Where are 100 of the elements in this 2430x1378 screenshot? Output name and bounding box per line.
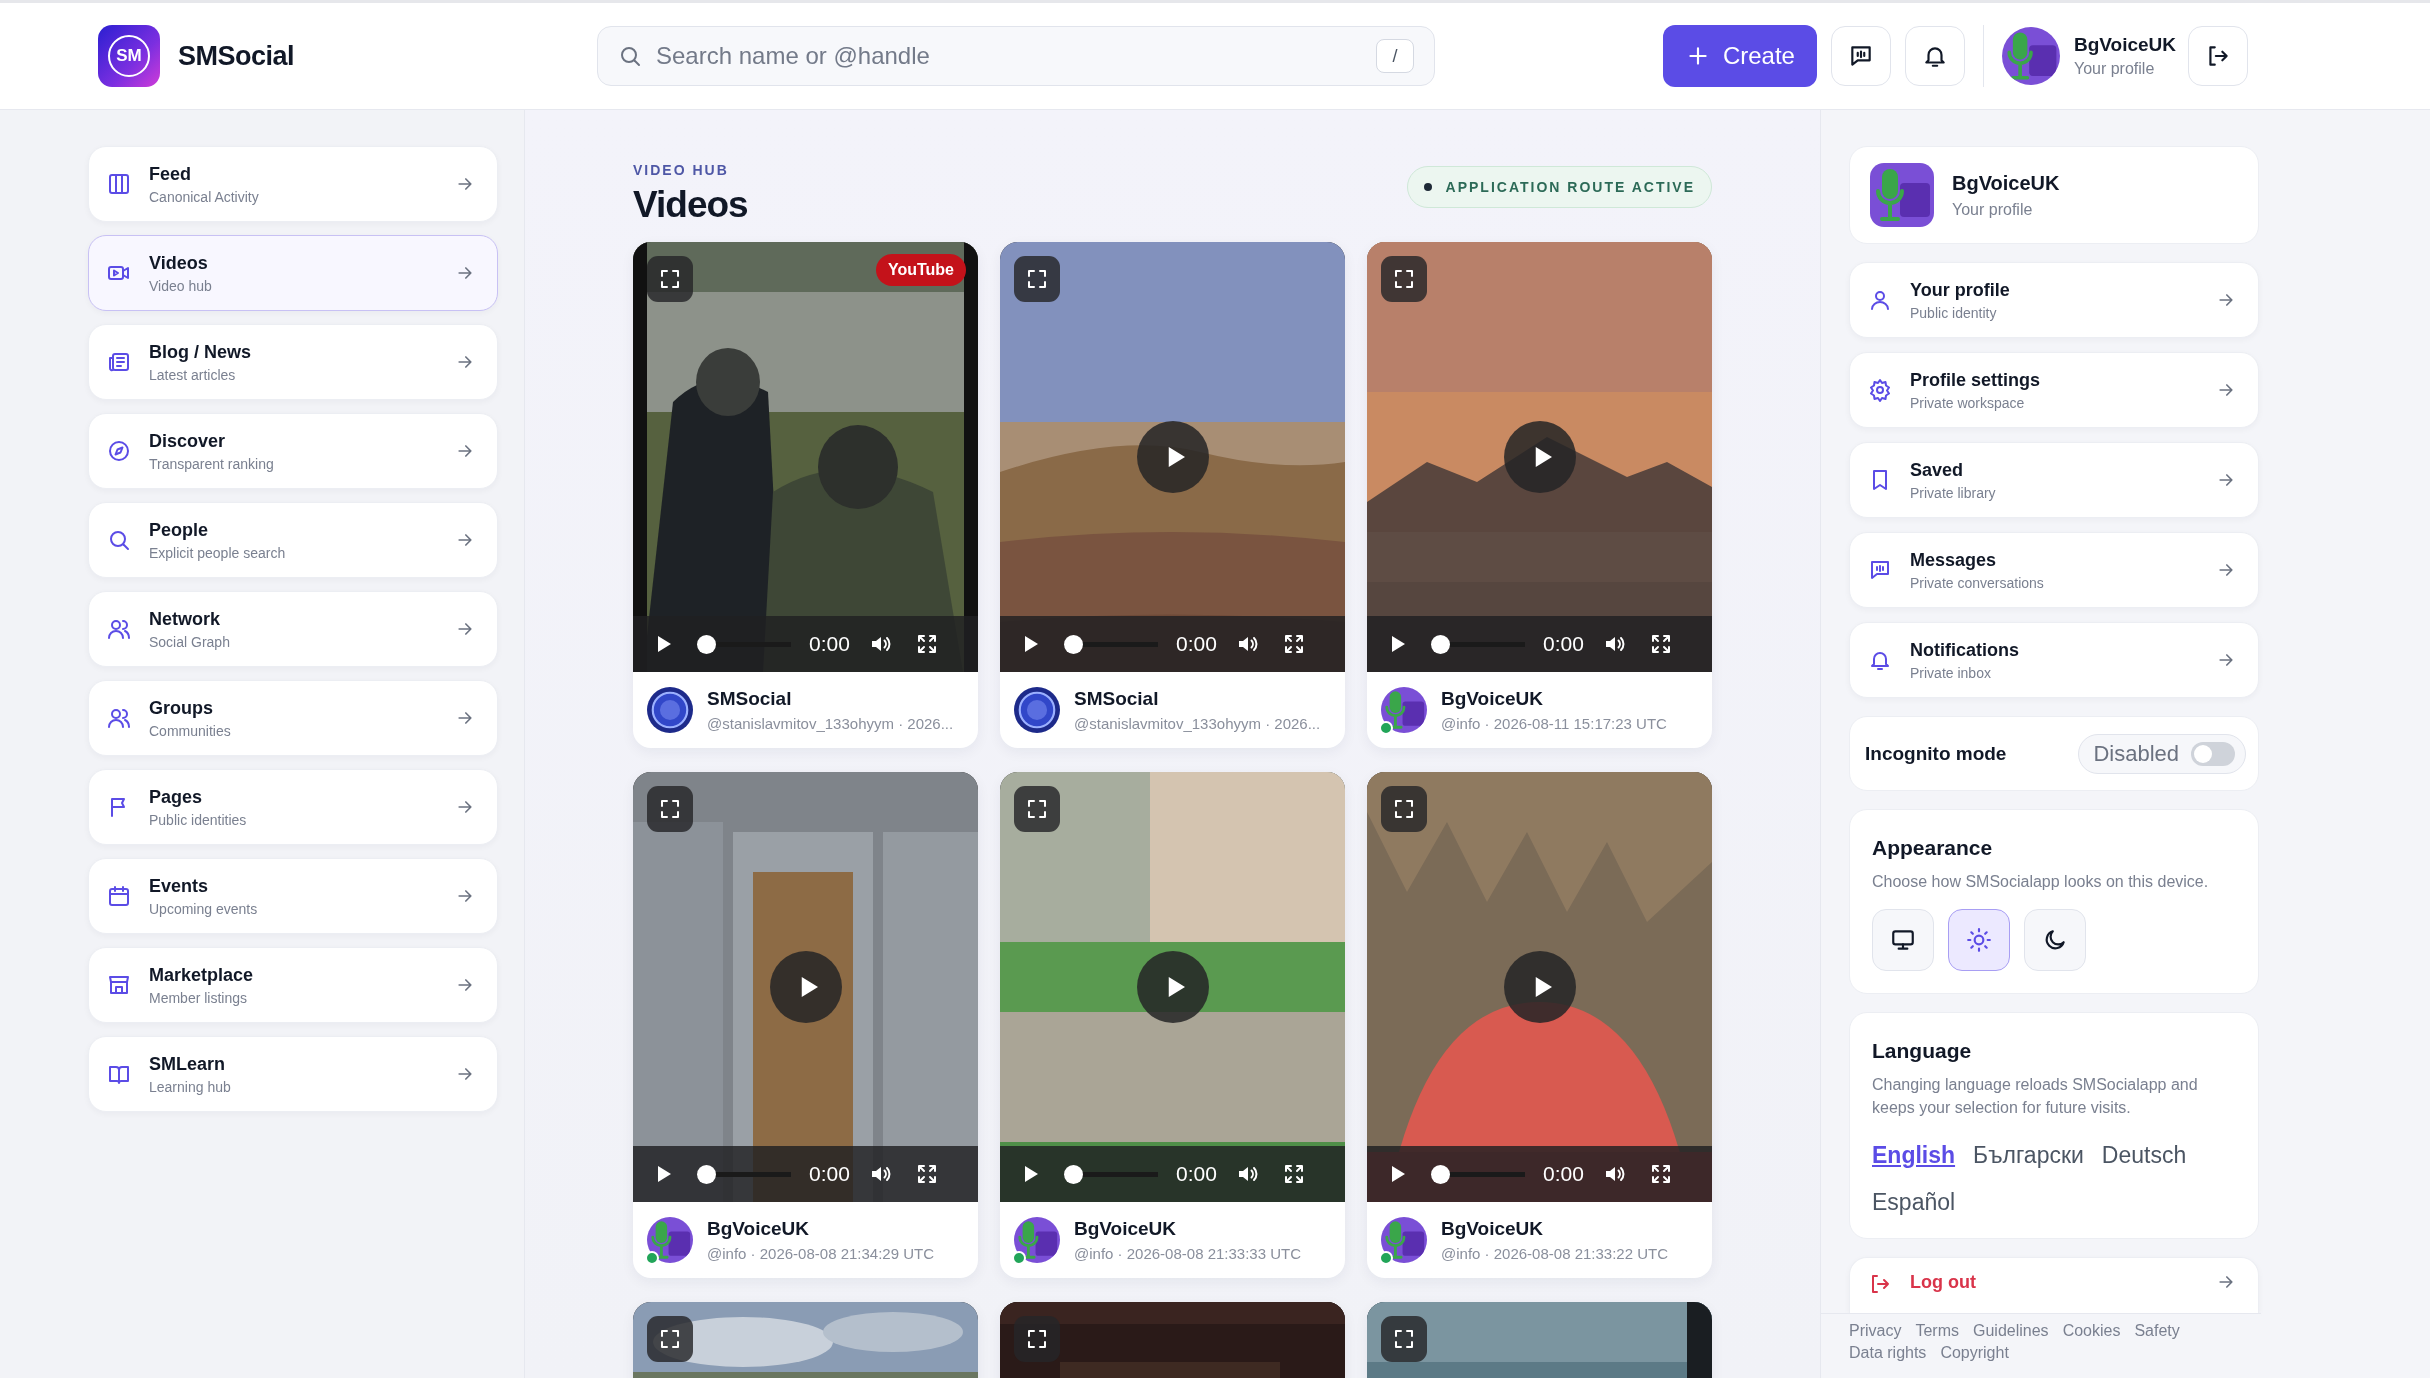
footer-link[interactable]: Privacy: [1849, 1321, 1902, 1340]
setting-label: Incognito mode: [1865, 742, 2007, 765]
footer-link[interactable]: Guidelines: [1973, 1321, 2049, 1340]
messages-button[interactable]: [1830, 26, 1891, 86]
language-option[interactable]: Български: [1973, 1141, 2084, 1169]
user-avatar[interactable]: [1014, 1217, 1060, 1263]
nav-item[interactable]: Messages Private conversations: [1849, 532, 2259, 608]
create-button[interactable]: Create: [1662, 25, 1817, 87]
item-subtitle: Public identities: [149, 811, 248, 828]
notifications-button[interactable]: [1904, 26, 1965, 86]
item-subtitle: Transparent ranking: [149, 455, 275, 472]
user-avatar[interactable]: [2001, 27, 2060, 85]
nav-item[interactable]: Saved Private library: [1849, 442, 2259, 518]
expand-button[interactable]: [1014, 786, 1060, 832]
author-name: BgVoiceUK: [1441, 1218, 1545, 1240]
video-time: 0:00: [809, 632, 851, 656]
fullscreen-icon: [915, 1162, 939, 1186]
newspaper-icon: [107, 350, 131, 374]
expand-icon: [1025, 267, 1049, 291]
item-title: Blog / News: [149, 341, 252, 363]
calendar-icon: [107, 884, 131, 908]
video-time: 0:00: [1543, 1162, 1585, 1186]
expand-button[interactable]: [647, 256, 693, 302]
footer-link[interactable]: Cookies: [2062, 1321, 2121, 1340]
progress-thumb[interactable]: [1064, 634, 1083, 654]
status-text: APPLICATION ROUTE ACTIVE: [1445, 179, 1695, 195]
fullscreen-button[interactable]: [1649, 632, 1673, 656]
fullscreen-button[interactable]: [1282, 632, 1306, 656]
fullscreen-button[interactable]: [1282, 1162, 1306, 1186]
expand-icon: [1025, 1327, 1049, 1351]
nav-item[interactable]: Your profile Public identity: [1849, 262, 2259, 338]
incognito-toggle[interactable]: Disabled: [2078, 733, 2246, 774]
nav-item[interactable]: Blog / News Latest articles: [88, 324, 498, 400]
user-icon: [1868, 288, 1892, 312]
toggle-switch[interactable]: [2191, 741, 2235, 766]
expand-icon: [1025, 797, 1049, 821]
nav-item[interactable]: Notifications Private inbox: [1849, 622, 2259, 698]
user-avatar[interactable]: [1381, 1217, 1427, 1263]
footer-link[interactable]: Copyright: [1940, 1343, 2009, 1362]
logout-button[interactable]: [2188, 26, 2248, 86]
search-field[interactable]: Search name or @handle: [656, 27, 1376, 85]
item-subtitle: Communities: [149, 722, 232, 739]
item-subtitle: Explicit people search: [149, 544, 287, 561]
logo-avatar[interactable]: [1014, 687, 1060, 733]
item-subtitle: Social Graph: [149, 633, 231, 650]
fullscreen-icon: [1282, 1162, 1306, 1186]
nav-item[interactable]: SMLearn Learning hub: [88, 1036, 498, 1112]
nav-item[interactable]: Network Social Graph: [88, 591, 498, 667]
footer-link[interactable]: Data rights: [1849, 1343, 1927, 1362]
fullscreen-button[interactable]: [1649, 1162, 1673, 1186]
fullscreen-button[interactable]: [915, 632, 939, 656]
language-option[interactable]: Español: [1872, 1188, 1956, 1216]
nav-item[interactable]: Marketplace Member listings: [88, 947, 498, 1023]
nav-item[interactable]: People Explicit people search: [88, 502, 498, 578]
compass-icon: [107, 439, 131, 463]
progress-thumb[interactable]: [1064, 1164, 1083, 1184]
nav-item[interactable]: Videos Video hub: [88, 235, 498, 311]
search-icon: [107, 528, 131, 552]
user-avatar[interactable]: [1870, 163, 1934, 227]
expand-button[interactable]: [647, 1316, 693, 1362]
item-subtitle: Member listings: [149, 989, 249, 1006]
item-title: Events: [149, 875, 210, 897]
logo-avatar[interactable]: [647, 687, 693, 733]
nav-item[interactable]: Groups Communities: [88, 680, 498, 756]
expand-button[interactable]: [1381, 1316, 1427, 1362]
search-bar[interactable]: Search name or @handle /: [597, 26, 1435, 86]
progress-thumb[interactable]: [1431, 634, 1450, 654]
language-option[interactable]: Deutsch: [2101, 1141, 2187, 1169]
progress-thumb[interactable]: [697, 1164, 716, 1184]
progress-thumb[interactable]: [1431, 1164, 1450, 1184]
nav-item[interactable]: Profile settings Private workspace: [1849, 352, 2259, 428]
user-avatar[interactable]: [1381, 687, 1427, 733]
video-time: 0:00: [1176, 1162, 1218, 1186]
profile-card[interactable]: BgVoiceUK Your profile: [1849, 146, 2259, 244]
expand-button[interactable]: [1381, 786, 1427, 832]
expand-button[interactable]: [647, 786, 693, 832]
nav-item[interactable]: Discover Transparent ranking: [88, 413, 498, 489]
expand-button[interactable]: [1381, 256, 1427, 302]
language-option[interactable]: English: [1872, 1141, 1956, 1169]
columns-icon: [107, 172, 131, 196]
nav-item[interactable]: Feed Canonical Activity: [88, 146, 498, 222]
brand-logo[interactable]: SM: [98, 25, 160, 87]
item-subtitle: Private inbox: [1910, 664, 1992, 681]
nav-item[interactable]: Log out: [1849, 1256, 2259, 1313]
nav-item[interactable]: Pages Public identities: [88, 769, 498, 845]
nav-item[interactable]: Events Upcoming events: [88, 858, 498, 934]
expand-icon: [658, 1327, 682, 1351]
footer-link[interactable]: Safety: [2134, 1321, 2180, 1340]
item-title: Messages: [1910, 549, 1998, 571]
progress-thumb[interactable]: [697, 634, 716, 654]
item-title: Notifications: [1910, 639, 2020, 661]
expand-button[interactable]: [1014, 1316, 1060, 1362]
user-avatar[interactable]: [647, 1217, 693, 1263]
footer-link[interactable]: Terms: [1915, 1321, 1959, 1340]
item-title: Marketplace: [149, 964, 255, 986]
author-name: SMSocial: [707, 688, 793, 710]
expand-button[interactable]: [1014, 256, 1060, 302]
fullscreen-button[interactable]: [915, 1162, 939, 1186]
item-title: Videos: [149, 252, 209, 274]
item-title: Profile settings: [1910, 369, 2042, 391]
